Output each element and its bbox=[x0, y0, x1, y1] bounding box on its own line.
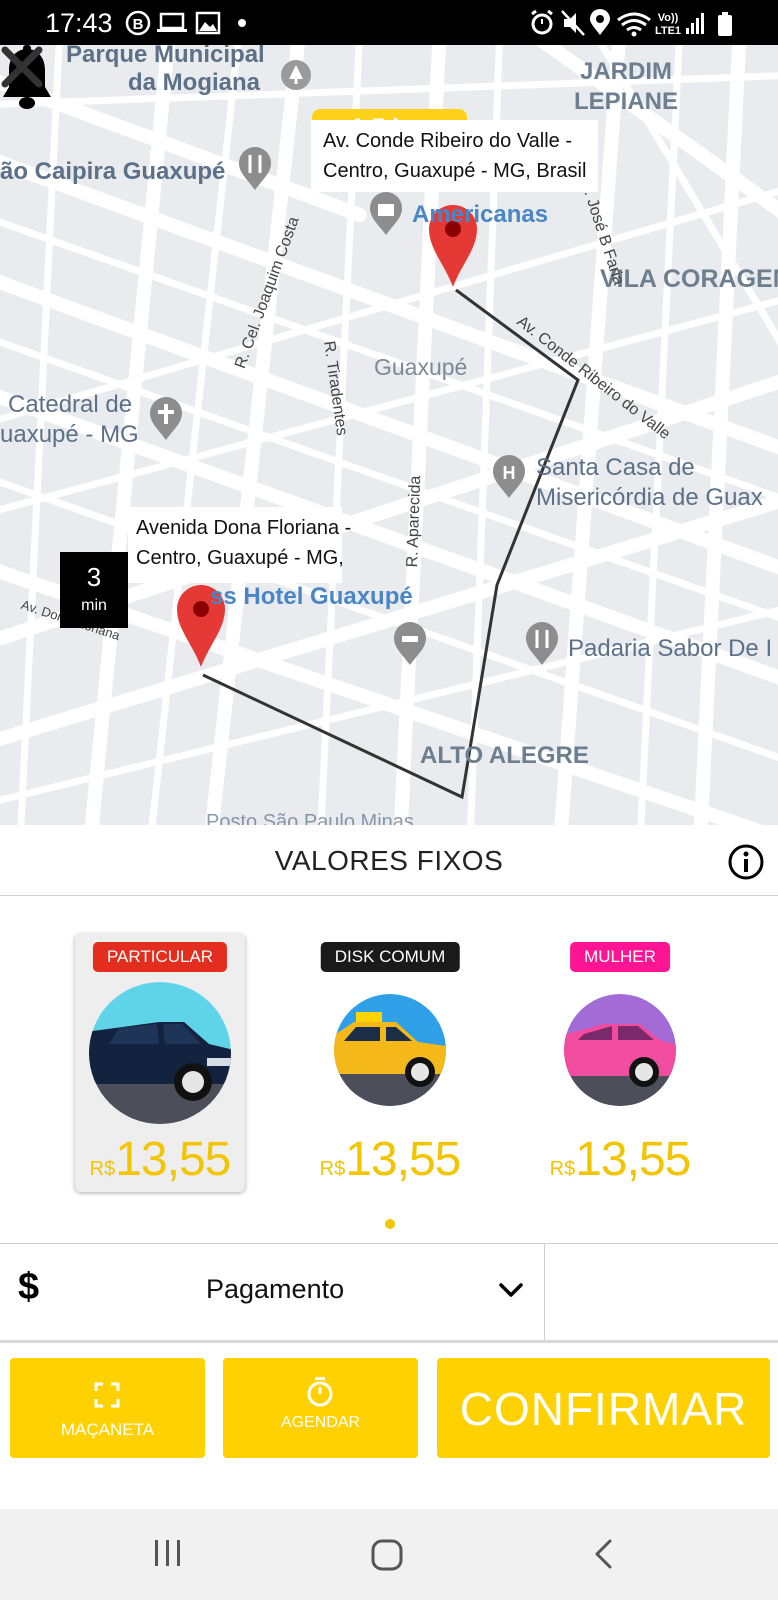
svg-text:H: H bbox=[503, 463, 516, 483]
price-currency: R$ bbox=[319, 1158, 346, 1180]
status-right-icons: Vo)) LTE1 bbox=[531, 9, 732, 37]
svg-text:B: B bbox=[133, 16, 144, 33]
category-badge: MULHER bbox=[570, 942, 670, 972]
map-label-parque: Parque Municipal da Mogiana bbox=[66, 45, 265, 97]
fixed-values-header: VALORES FIXOS bbox=[0, 825, 778, 896]
category-card-particular[interactable]: PARTICULAR R$13,55 bbox=[75, 934, 245, 1192]
map-label-posto: Posto São Paulo Minas bbox=[206, 811, 414, 825]
category-card-mulher[interactable]: MULHER R$13,55 bbox=[535, 934, 705, 1192]
destination-address-line1: Avenida Dona Floriana - bbox=[136, 517, 352, 539]
map-label-vila: VILA CORAGEM bbox=[600, 265, 778, 293]
fullscreen-icon bbox=[94, 1382, 120, 1408]
volte-icon: Vo)) LTE1 bbox=[655, 12, 681, 37]
wifi-icon bbox=[617, 12, 651, 37]
chevron-down-icon[interactable] bbox=[498, 1280, 524, 1300]
map-label-catedral-line1: Catedral de bbox=[8, 391, 133, 418]
battery-icon bbox=[718, 12, 732, 36]
mute-icon bbox=[561, 10, 585, 36]
map-label-guaxupe: Guaxupé bbox=[374, 354, 468, 380]
payment-label: Pagamento bbox=[206, 1274, 345, 1304]
map-label-jardim: JARDIM LEPIANE bbox=[574, 57, 678, 117]
map-label-santa-casa-line2: Misericórdia de Guax bbox=[536, 484, 763, 511]
payment-divider bbox=[544, 1244, 545, 1340]
agendar-label: AGENDAR bbox=[280, 1414, 361, 1431]
location-icon bbox=[590, 9, 610, 35]
map-label-santa-casa: Santa Casa de Misericórdia de Guax bbox=[536, 453, 763, 513]
map-label-hotel: ss Hotel Guaxupé bbox=[210, 583, 413, 610]
park-icon bbox=[281, 60, 311, 90]
price-value: 13,55 bbox=[345, 1133, 461, 1186]
price-value: 13,55 bbox=[115, 1133, 231, 1186]
close-icon[interactable] bbox=[0, 45, 44, 89]
dot-icon bbox=[238, 19, 246, 27]
destination-address-line2: Centro, Guaxupé - MG, bbox=[136, 547, 344, 569]
eta-unit: min bbox=[81, 597, 107, 614]
back-icon[interactable] bbox=[592, 1538, 616, 1570]
recent-apps-icon[interactable] bbox=[152, 1538, 184, 1568]
hotel-icon bbox=[394, 622, 426, 665]
eta-box: 3 min bbox=[60, 552, 128, 628]
svg-text:Vo)): Vo)) bbox=[658, 12, 679, 24]
fixed-values-title: VALORES FIXOS bbox=[274, 845, 504, 876]
map-label-catedral: Catedral de uaxupé - MG bbox=[0, 390, 139, 450]
confirmar-label: CONFIRMAR bbox=[459, 1383, 748, 1435]
map-label-parque-line1: Parque Municipal bbox=[66, 45, 265, 68]
origin-address-line1: Av. Conde Ribeiro do Valle - bbox=[323, 130, 573, 152]
category-price: R$13,55 bbox=[75, 1132, 245, 1187]
taxi-car-icon bbox=[334, 994, 446, 1106]
macaneta-label: MAÇANETA bbox=[60, 1420, 155, 1439]
shop-icon bbox=[370, 192, 402, 235]
system-nav-bar bbox=[0, 1509, 778, 1600]
sedan-car-icon bbox=[89, 982, 231, 1124]
stopwatch-icon bbox=[307, 1377, 333, 1407]
category-price: R$13,55 bbox=[535, 1132, 705, 1187]
price-value: 13,55 bbox=[575, 1133, 691, 1186]
destination-address-box[interactable]: Avenida Dona Floriana - Centro, Guaxupé … bbox=[128, 507, 352, 583]
map-label-alto-alegre: ALTO ALEGRE bbox=[420, 742, 589, 769]
hospital-icon: H bbox=[493, 455, 525, 498]
category-badge: DISK COMUM bbox=[320, 942, 460, 972]
map-label-americanas: Americanas bbox=[412, 201, 549, 228]
laptop-icon bbox=[157, 12, 187, 32]
svg-text:LTE1: LTE1 bbox=[655, 25, 681, 37]
church-icon bbox=[150, 397, 182, 440]
map-label-padaria: Padaria Sabor De I bbox=[568, 635, 773, 662]
status-left-icons: B bbox=[125, 10, 246, 36]
eta-value: 3 bbox=[86, 562, 102, 592]
home-icon[interactable] bbox=[370, 1538, 404, 1572]
category-card-disk-comum[interactable]: DISK COMUM R$13,55 bbox=[305, 934, 475, 1192]
category-price: R$13,55 bbox=[305, 1132, 475, 1187]
confirmar-button[interactable]: CONFIRMAR bbox=[437, 1358, 770, 1458]
payment-selector[interactable]: $ Pagamento bbox=[0, 1243, 778, 1343]
price-currency: R$ bbox=[89, 1158, 116, 1180]
carousel-page-indicator bbox=[385, 1219, 395, 1229]
map-label-caipira: ão Caipira Guaxupé bbox=[0, 158, 226, 185]
map-label-jardim-line1: JARDIM bbox=[580, 58, 673, 85]
map-label-aparecida: R. Aparecida bbox=[404, 475, 425, 568]
b-badge-icon: B bbox=[125, 10, 151, 36]
macaneta-button[interactable]: MAÇANETA bbox=[10, 1358, 205, 1458]
status-time: 17:43 bbox=[45, 8, 113, 38]
origin-address-box[interactable]: Av. Conde Ribeiro do Valle - Centro, Gua… bbox=[311, 120, 599, 192]
women-car-icon bbox=[564, 994, 676, 1106]
map-label-santa-casa-line1: Santa Casa de bbox=[536, 454, 695, 481]
status-bar: 17:43 B Vo)) LTE1 bbox=[0, 0, 778, 45]
image-icon bbox=[195, 11, 221, 35]
route-map[interactable]: H Parque Municipal da Mogiana JARDIM LEP… bbox=[0, 45, 778, 825]
restaurant-icon-2 bbox=[526, 622, 558, 665]
category-badge: PARTICULAR bbox=[92, 942, 228, 972]
signal-icon bbox=[686, 13, 704, 34]
dollar-icon: $ bbox=[18, 1266, 40, 1308]
map-label-catedral-line2: uaxupé - MG bbox=[0, 421, 139, 448]
agendar-button[interactable]: AGENDAR bbox=[223, 1358, 418, 1458]
alarm-icon bbox=[531, 9, 553, 35]
origin-address-line2: Centro, Guaxupé - MG, Brasil bbox=[323, 160, 587, 182]
map-label-parque-line2: da Mogiana bbox=[128, 69, 261, 96]
price-currency: R$ bbox=[549, 1158, 576, 1180]
map-label-jardim-line2: LEPIANE bbox=[574, 88, 679, 115]
info-icon[interactable] bbox=[726, 842, 766, 882]
category-carousel[interactable]: PARTICULAR R$13,55 DISK COMUM R$13,55 MU… bbox=[0, 896, 778, 1241]
